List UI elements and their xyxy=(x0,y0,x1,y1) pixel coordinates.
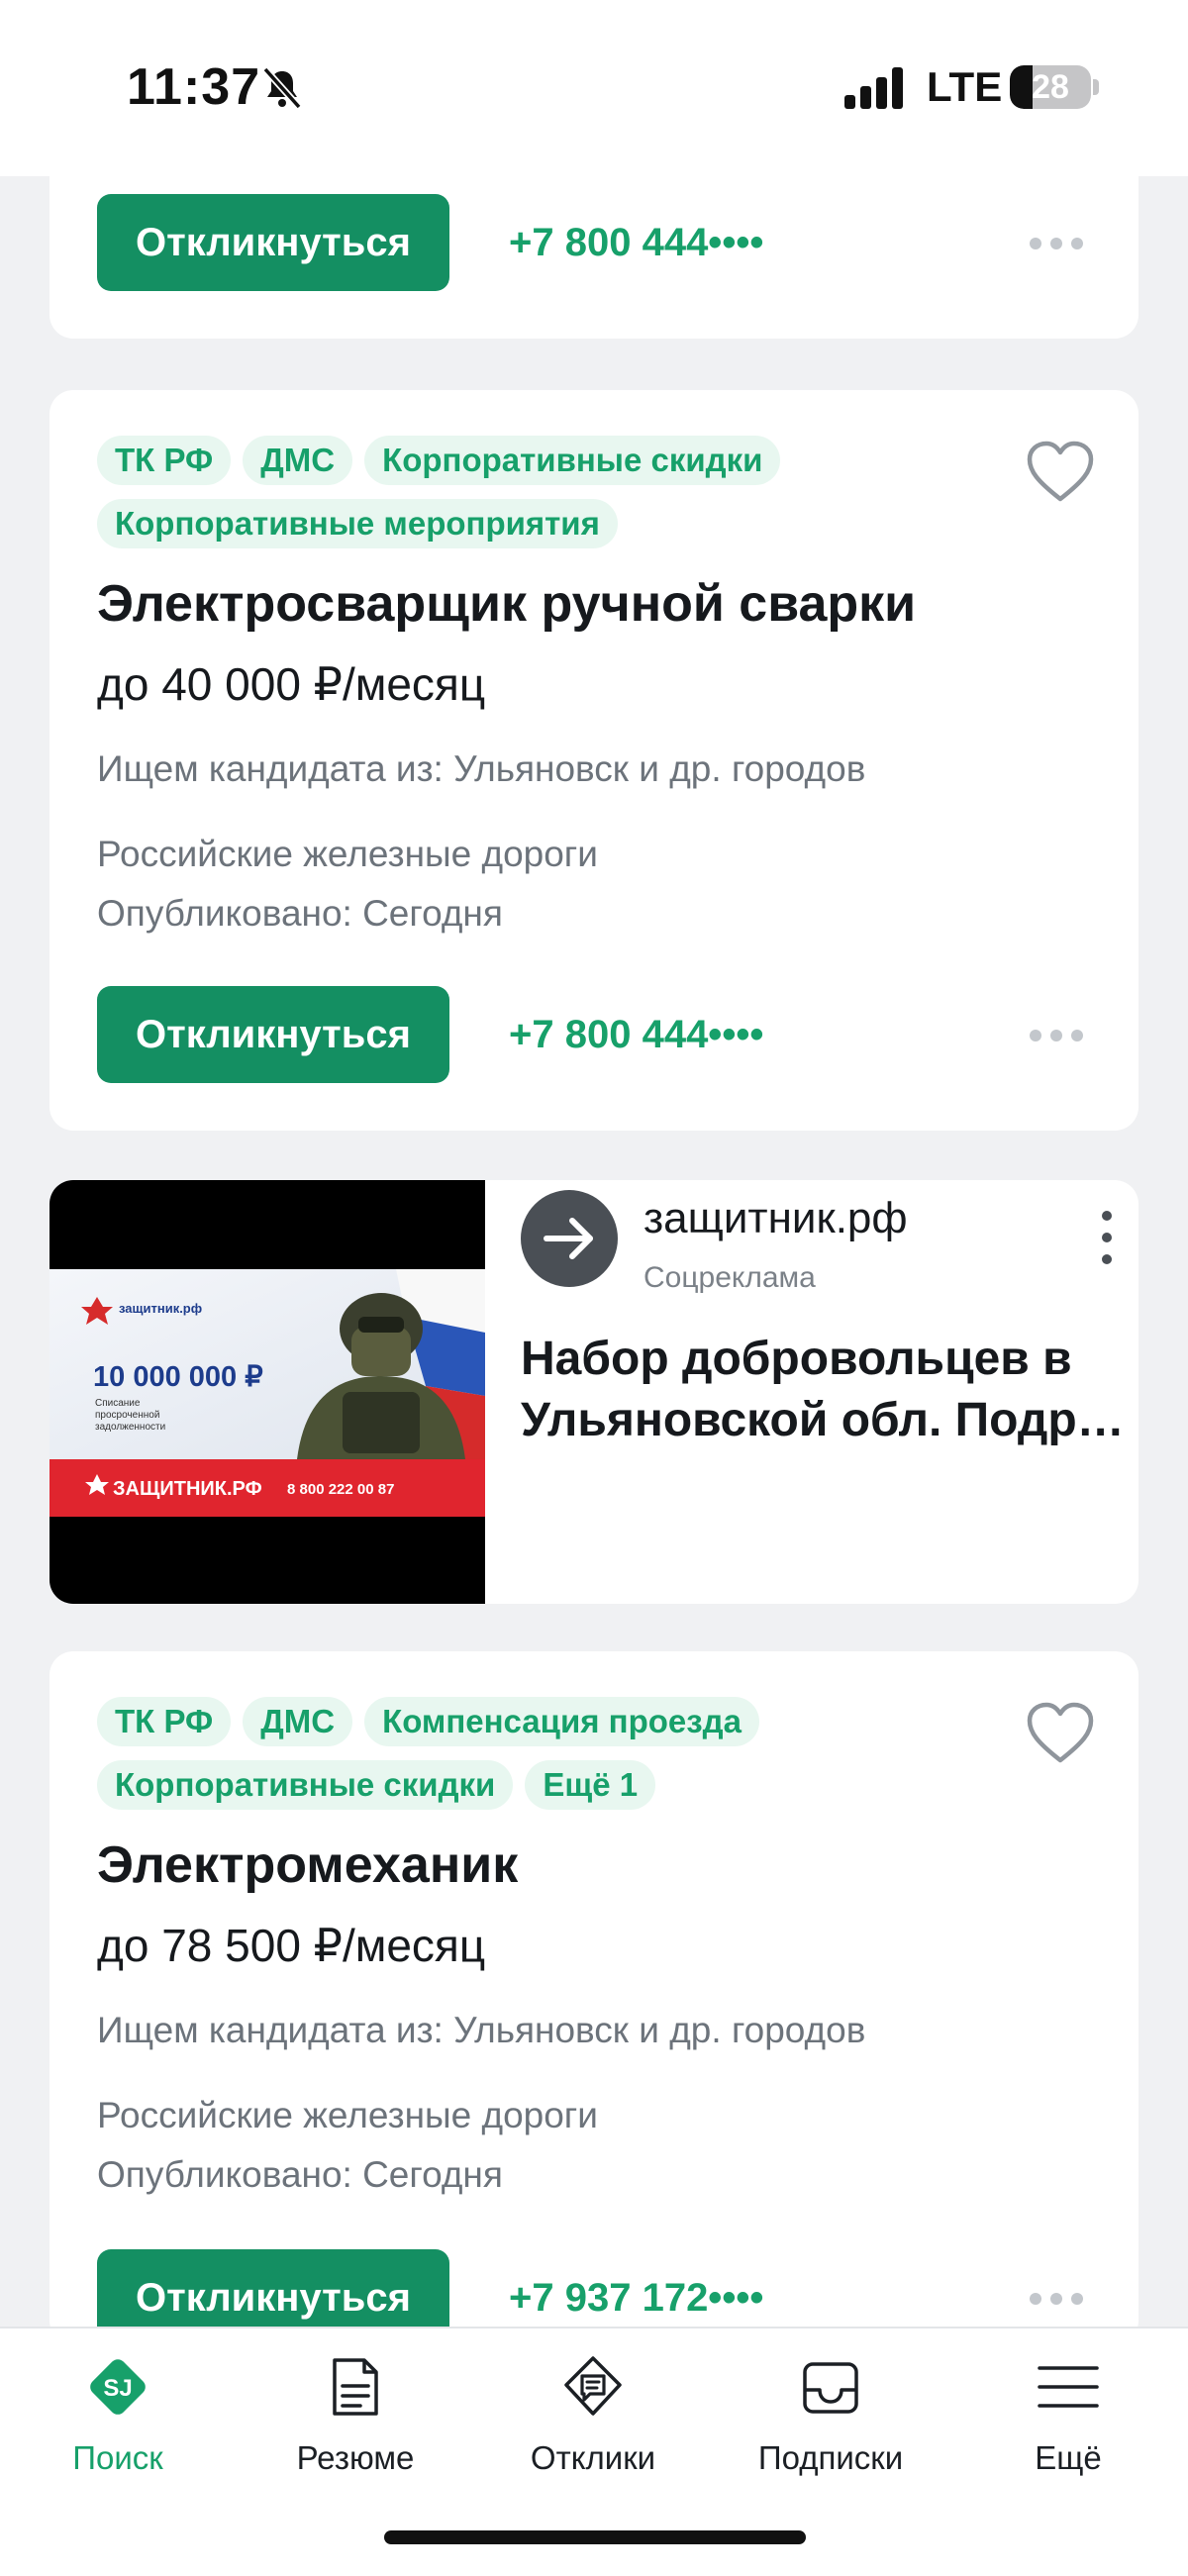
phone-link[interactable]: +7 800 444•••• xyxy=(509,986,763,1083)
nav-item-resume[interactable]: Резюме xyxy=(247,2352,464,2477)
phone-link[interactable]: +7 800 444•••• xyxy=(509,194,763,291)
ad-banner-footer-site: ЗАЩИТНИК.РФ xyxy=(113,1478,262,1500)
favorite-heart-icon[interactable] xyxy=(1026,1701,1095,1766)
nav-label: Резюме xyxy=(296,2439,415,2476)
respond-button[interactable]: Откликнуться xyxy=(97,194,449,291)
company-name: Российские железные дороги xyxy=(97,834,598,874)
ad-banner-graphic: защитник.рф 10 000 000 ₽ Списание просро… xyxy=(50,1269,485,1517)
ad-banner-image[interactable]: защитник.рф 10 000 000 ₽ Списание просро… xyxy=(50,1180,485,1604)
responses-icon xyxy=(564,2356,622,2416)
nav-label: Подписки xyxy=(757,2439,904,2476)
inbox-icon xyxy=(803,2362,858,2414)
vacancy-salary: до 40 000 ₽/месяц xyxy=(97,658,486,710)
vacancy-location: Ищем кандидата из: Ульяновск и др. город… xyxy=(97,2010,866,2050)
ad-banner-footer-phone: 8 800 222 00 87 xyxy=(287,1481,394,1498)
status-time: 11:37 xyxy=(127,58,261,116)
benefit-tag: Корпоративные скидки xyxy=(97,1760,514,1810)
benefit-tag: ДМС xyxy=(243,1697,353,1746)
ad-site-name[interactable]: защитник.рф xyxy=(644,1194,908,1243)
published-date: Опубликовано: Сегодня xyxy=(97,893,503,934)
more-options-icon[interactable] xyxy=(1028,234,1085,253)
nav-label: Ещё xyxy=(1035,2439,1102,2476)
kebab-menu-icon[interactable] xyxy=(1101,1210,1113,1265)
vacancy-card[interactable]: Откликнуться +7 800 444•••• xyxy=(50,158,1138,339)
respond-button[interactable]: Откликнуться xyxy=(97,986,449,1083)
vacancy-title[interactable]: Электромеханик xyxy=(97,1835,518,1895)
nav-item-subscriptions[interactable]: Подписки xyxy=(722,2352,940,2477)
nav-item-search[interactable]: SJ Поиск xyxy=(9,2352,227,2477)
menu-icon xyxy=(1038,2366,1099,2408)
bell-muted-icon xyxy=(262,66,302,110)
benefit-tag: Компенсация проезда xyxy=(364,1697,759,1746)
vacancy-location: Ищем кандидата из: Ульяновск и др. город… xyxy=(97,748,866,789)
ad-banner-caption: задолженности xyxy=(95,1422,165,1433)
nav-label: Поиск xyxy=(72,2439,163,2476)
more-options-icon[interactable] xyxy=(1028,1026,1085,1045)
cellular-signal-icon xyxy=(844,67,903,109)
favorite-heart-icon[interactable] xyxy=(1026,440,1095,505)
network-type: LTE xyxy=(927,63,1003,110)
ad-card[interactable]: защитник.рф 10 000 000 ₽ Списание просро… xyxy=(50,1180,1138,1604)
ad-banner-caption: просроченной xyxy=(95,1410,159,1421)
vacancy-card[interactable]: ТК РФ ДМС Корпоративные скидки Корпорати… xyxy=(50,390,1138,1131)
ad-banner-logo: защитник.рф xyxy=(119,1301,202,1316)
ad-label: Соцреклама xyxy=(644,1261,816,1294)
nav-item-responses[interactable]: Отклики xyxy=(484,2352,702,2477)
published-date: Опубликовано: Сегодня xyxy=(97,2154,503,2195)
nav-label: Отклики xyxy=(530,2439,656,2476)
benefit-tag: Корпоративные скидки xyxy=(364,436,781,485)
benefit-tag: ТК РФ xyxy=(97,436,232,485)
vacancy-salary: до 78 500 ₽/месяц xyxy=(97,1920,486,1971)
ad-title-line: Ульяновской обл. Подробнее xyxy=(521,1394,1129,1446)
benefit-tags: ТК РФ ДМС Корпоративные скидки Корпорати… xyxy=(97,436,948,548)
app-screen: 11:37 LTE 28 Откликнуться +7 800 444•••• xyxy=(0,0,1188,2576)
resume-icon xyxy=(333,2358,378,2416)
battery-level: 28 xyxy=(1032,68,1069,106)
vacancy-card[interactable]: ТК РФ ДМС Компенсация проезда Корпоратив… xyxy=(50,1651,1138,2346)
battery-tip xyxy=(1093,79,1099,95)
benefit-tag: Корпоративные мероприятия xyxy=(97,499,618,548)
status-bar: 11:37 LTE 28 xyxy=(0,0,1188,176)
ad-title[interactable]: Набор добровольцев в Ульяновской обл. По… xyxy=(521,1329,1129,1451)
sj-logo-icon: SJ xyxy=(90,2359,146,2415)
ad-title-line: Набор добровольцев в xyxy=(521,1333,1072,1385)
svg-text:SJ: SJ xyxy=(103,2375,132,2402)
ad-banner-amount: 10 000 000 ₽ xyxy=(93,1361,263,1393)
benefit-tag: ТК РФ xyxy=(97,1697,232,1746)
more-tags-badge[interactable]: Ещё 1 xyxy=(525,1760,656,1810)
home-indicator[interactable] xyxy=(384,2530,806,2544)
ad-arrow-icon[interactable] xyxy=(521,1190,618,1287)
ad-banner-caption: Списание xyxy=(95,1398,141,1409)
company-name: Российские железные дороги xyxy=(97,2095,598,2135)
nav-item-more[interactable]: Ещё xyxy=(959,2352,1177,2477)
vacancy-title[interactable]: Электросварщик ручной сварки xyxy=(97,574,916,634)
more-options-icon[interactable] xyxy=(1028,2289,1085,2309)
benefit-tag: ДМС xyxy=(243,436,353,485)
benefit-tags: ТК РФ ДМС Компенсация проезда Корпоратив… xyxy=(97,1697,948,1810)
battery-icon: 28 xyxy=(1010,65,1091,109)
